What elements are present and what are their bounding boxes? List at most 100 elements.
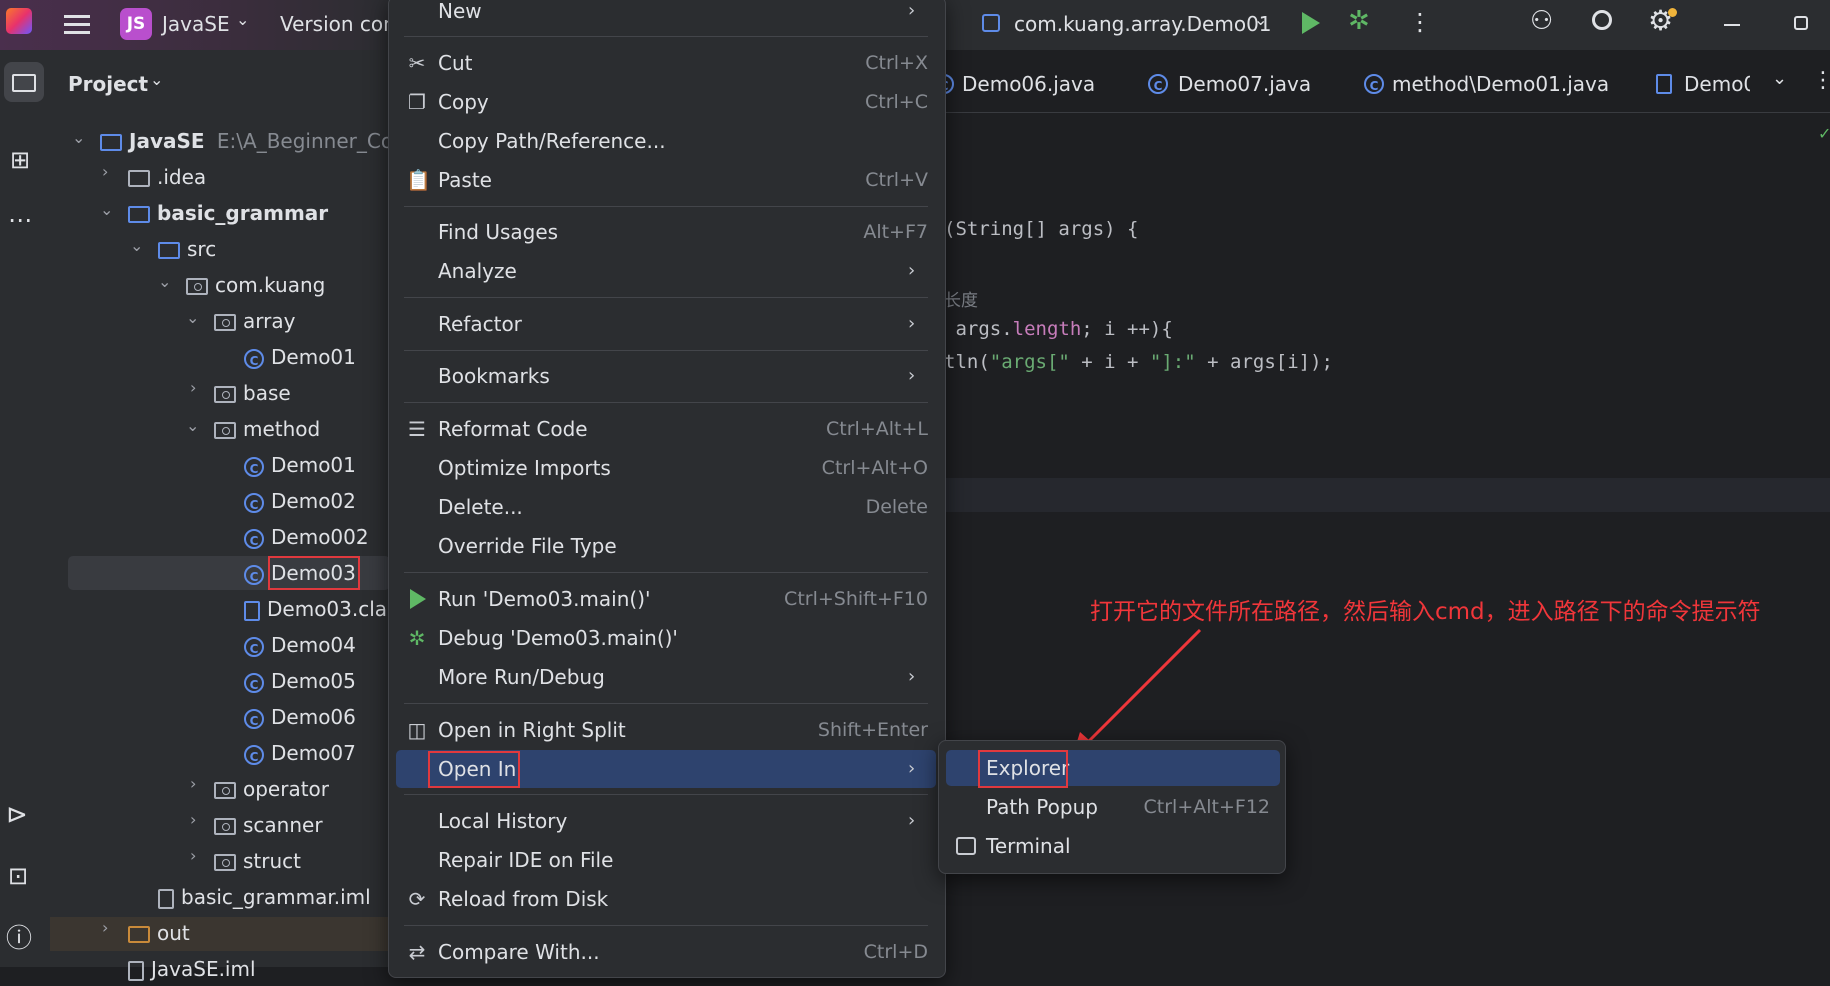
chevron-down-icon[interactable]: ⌄ [130, 236, 143, 255]
chevron-down-icon[interactable]: ⌄ [186, 308, 199, 327]
package-icon [186, 278, 208, 295]
chevron-down-icon[interactable]: ⌄ [186, 416, 199, 435]
paste-icon: 📋 [406, 168, 431, 192]
submenu-arrow-icon: › [908, 260, 916, 281]
main-menu-icon[interactable] [64, 12, 90, 34]
tree-item-idea[interactable]: .idea [128, 160, 206, 194]
terminal-tool-icon[interactable]: ⊡ [8, 862, 28, 890]
run-icon[interactable] [1302, 12, 1320, 34]
menu-item-open-right-split[interactable]: Open in Right Split [438, 711, 626, 749]
tree-item-method-demo06[interactable]: C Demo06 [244, 700, 356, 734]
menu-item-optimize-imports[interactable]: Optimize Imports [438, 449, 611, 487]
problems-tool-icon[interactable]: ⓘ [6, 918, 32, 955]
menu-item-cut[interactable]: Cut [438, 44, 472, 82]
menu-item-local-history[interactable]: Local History [438, 802, 567, 840]
tree-item-method-demo03-class[interactable]: Demo03.clas [244, 592, 397, 626]
menu-separator [404, 703, 928, 704]
tab-demo06[interactable]: Demo06.java [962, 72, 1095, 96]
tree-item-array-demo01[interactable]: C Demo01 [244, 340, 356, 374]
menu-item-compare-with[interactable]: Compare With... [438, 933, 600, 971]
run-config-chevron-icon[interactable]: ⌄ [1254, 10, 1267, 29]
run-config-selector[interactable]: com.kuang.array.Demo01 [1014, 12, 1272, 36]
project-chevron-icon[interactable]: ⌄ [236, 10, 249, 29]
chevron-down-icon[interactable]: ⌄ [72, 128, 85, 147]
tree-item-label: struct [243, 849, 301, 873]
menu-item-refactor[interactable]: Refactor [438, 305, 522, 343]
code-comment: 长度 [944, 291, 978, 311]
structure-tool-icon[interactable]: ⊞ [10, 146, 30, 174]
class-icon: C [244, 708, 264, 729]
vcs-widget[interactable]: Version con [280, 12, 388, 36]
search-icon[interactable] [1592, 10, 1612, 30]
tab-demo0[interactable]: Demo0 [1684, 72, 1750, 96]
package-icon [214, 818, 236, 835]
tree-item-method-demo01[interactable]: C Demo01 [244, 448, 356, 482]
chevron-right-icon[interactable]: › [102, 162, 108, 181]
tree-item-src[interactable]: src [158, 232, 216, 266]
menu-item-delete[interactable]: Delete... [438, 488, 523, 526]
app-logo-icon[interactable] [6, 8, 32, 34]
menu-item-override-file-type[interactable]: Override File Type [438, 527, 617, 565]
tree-item-basic-grammar[interactable]: basic_grammar [128, 196, 328, 230]
menu-item-analyze[interactable]: Analyze [438, 252, 517, 290]
tree-item-method-demo02[interactable]: C Demo02 [244, 484, 356, 518]
menu-item-run[interactable]: Run 'Demo03.main()' [438, 580, 651, 618]
tree-item-method-demo07[interactable]: C Demo07 [244, 736, 356, 770]
tabs-more-icon[interactable]: ⋮ [1812, 68, 1830, 93]
tab-method-demo01[interactable]: method\Demo01.java [1392, 72, 1609, 96]
project-name[interactable]: JavaSE [162, 12, 230, 36]
chevron-right-icon[interactable]: › [190, 378, 196, 397]
tree-item-method-demo05[interactable]: C Demo05 [244, 664, 356, 698]
tree-item-method-demo04[interactable]: C Demo04 [244, 628, 356, 662]
menu-item-reformat[interactable]: Reformat Code [438, 410, 588, 448]
submenu-item-terminal[interactable]: Terminal [986, 827, 1071, 865]
project-panel-title[interactable]: Project [68, 72, 148, 96]
menu-item-more-run-debug[interactable]: More Run/Debug [438, 658, 605, 696]
menu-item-debug[interactable]: Debug 'Demo03.main()' [438, 619, 678, 657]
project-tool-icon[interactable] [12, 74, 36, 92]
project-badge[interactable]: JS [120, 8, 152, 40]
shortcut-reformat: Ctrl+Alt+L [826, 418, 928, 440]
menu-item-reload-from-disk[interactable]: Reload from Disk [438, 880, 608, 918]
menu-item-repair-ide[interactable]: Repair IDE on File [438, 841, 613, 879]
chevron-right-icon[interactable]: › [102, 918, 108, 937]
tree-item-method-demo002[interactable]: C Demo002 [244, 520, 369, 554]
services-tool-icon[interactable]: ⊳ [6, 800, 28, 830]
tree-item-operator[interactable]: operator [214, 772, 329, 806]
tree-item-basic-grammar-iml[interactable]: basic_grammar.iml [158, 880, 371, 914]
chevron-right-icon[interactable]: › [190, 810, 196, 829]
more-actions-icon[interactable]: ⋮ [1408, 8, 1432, 36]
tree-item-com-kuang[interactable]: com.kuang [186, 268, 325, 302]
tree-item-method[interactable]: method [214, 412, 320, 446]
tree-item-struct[interactable]: struct [214, 844, 301, 878]
menu-item-copy-path[interactable]: Copy Path/Reference... [438, 122, 666, 160]
inspection-ok-icon[interactable]: ✓ [1818, 124, 1830, 143]
tree-item-javase-iml[interactable]: JavaSE.iml [128, 952, 256, 986]
tree-item-javase[interactable]: JavaSE E:\A_Beginner_Code [100, 124, 418, 158]
debug-icon[interactable]: ✲ [1348, 6, 1370, 36]
menu-item-copy[interactable]: Copy [438, 83, 489, 121]
more-tools-icon[interactable]: ⋯ [8, 206, 32, 234]
submenu-item-path-popup[interactable]: Path Popup [986, 788, 1098, 826]
minimize-icon[interactable] [1724, 24, 1740, 26]
tabs-overflow-chevron-icon[interactable]: ⌄ [1772, 68, 1787, 89]
chevron-down-icon[interactable]: ⌄ [158, 272, 171, 291]
run-config-file-icon [982, 14, 1000, 32]
tree-item-array[interactable]: array [214, 304, 295, 338]
chevron-down-icon[interactable]: ⌄ [100, 200, 113, 219]
menu-item-find-usages[interactable]: Find Usages [438, 213, 558, 251]
chevron-right-icon[interactable]: › [190, 846, 196, 865]
tree-item-out[interactable]: out [128, 916, 190, 950]
add-user-icon[interactable]: ⚇ [1530, 6, 1553, 36]
menu-item-bookmarks[interactable]: Bookmarks [438, 357, 550, 395]
restore-icon[interactable] [1794, 16, 1808, 30]
menu-separator [404, 206, 928, 207]
tree-item-base[interactable]: base [214, 376, 291, 410]
menu-item-paste[interactable]: Paste [438, 161, 492, 199]
tree-item-label: Demo03.clas [267, 597, 398, 621]
chevron-right-icon[interactable]: › [190, 774, 196, 793]
tab-demo07[interactable]: Demo07.java [1178, 72, 1311, 96]
project-panel-chevron-icon[interactable]: ⌄ [150, 70, 163, 89]
tree-item-scanner[interactable]: scanner [214, 808, 323, 842]
menu-item-new[interactable]: New [438, 0, 482, 30]
